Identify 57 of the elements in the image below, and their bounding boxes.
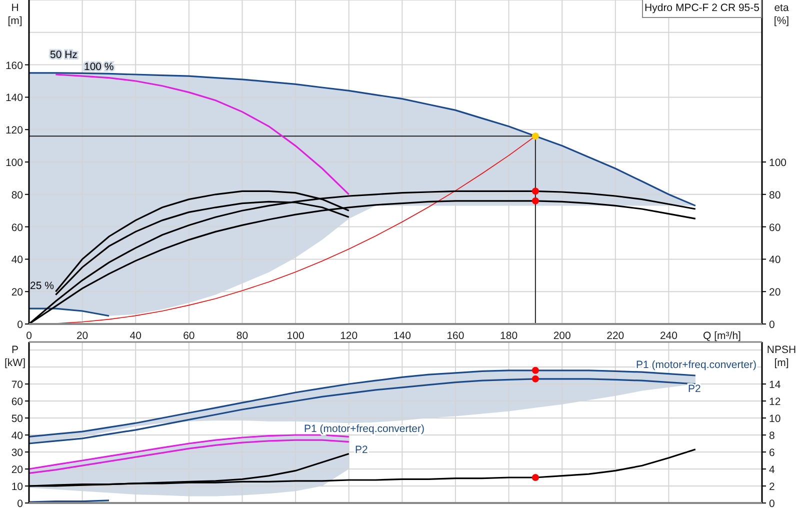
axis-tick-label: 0	[769, 319, 775, 331]
axis-tick-label: 0	[17, 319, 23, 331]
axis-tick-label: 120	[340, 330, 358, 342]
axis-tick-label: 60	[183, 330, 195, 342]
axis-tick-label: 0	[17, 498, 23, 510]
axis-tick-label: 180	[500, 330, 518, 342]
axis-tick-label: 160	[5, 60, 23, 72]
axis-tick-label: 60	[769, 222, 781, 234]
axis-tick-label: 10	[11, 481, 23, 493]
axis-tick-label: 12	[769, 396, 781, 408]
axis-tick-label: 40	[11, 430, 23, 442]
axis-tick-label: 60	[11, 222, 23, 234]
axis-title: P [kW]	[4, 344, 26, 370]
curve-label: 25 %	[30, 280, 54, 292]
axis-tick-label: 100	[286, 330, 304, 342]
axis-tick-label: 80	[769, 189, 781, 202]
axis-tick-label: 80	[236, 330, 248, 342]
axis-tick-label: 0	[26, 330, 32, 342]
axis-tick-label: 20	[11, 286, 23, 299]
axis-tick-label: 6	[769, 447, 775, 459]
axis-title: eta [%]	[772, 2, 790, 28]
curve-label: 100 %	[84, 61, 114, 73]
axis-tick-label: 60	[11, 396, 23, 408]
axis-tick-label: 20	[11, 464, 23, 476]
axis-tick-label: 50	[11, 413, 23, 425]
axis-tick-label: 20	[769, 286, 781, 299]
axis-tick-label: 14	[769, 379, 781, 391]
axis-tick-label: 100	[769, 157, 787, 169]
axis-tick-label: 120	[5, 124, 23, 137]
axis-tick-label: 2	[769, 481, 775, 493]
axis-tick-label: 100	[5, 157, 23, 169]
axis-tick-label: 4	[769, 464, 775, 476]
curve-label: P2	[355, 444, 368, 456]
axis-tick-label: 140	[5, 92, 23, 104]
axis-title: Q [m³/h]	[703, 330, 741, 342]
axis-tick-label: 40	[130, 330, 142, 342]
axis-tick-label: 40	[11, 254, 23, 266]
axis-tick-label: 140	[393, 330, 411, 342]
axis-tick-label: 20	[76, 330, 88, 342]
axis-title: NPSH [m]	[766, 344, 798, 370]
curve-label: P1 (motor+freq.converter)	[636, 359, 757, 371]
axis-tick-label: 70	[11, 379, 23, 391]
axis-tick-label: 240	[660, 330, 678, 342]
curve-label: P1 (motor+freq.converter)	[304, 423, 425, 435]
curve-label: P2	[688, 383, 701, 395]
axis-tick-label: 8	[769, 430, 775, 442]
axis-tick-label: 80	[11, 189, 23, 202]
axis-title: H [m]	[6, 2, 24, 28]
chart-legend: Hydro MPC-F 2 CR 95-5	[642, 0, 762, 18]
axis-tick-label: 220	[606, 330, 624, 342]
axis-tick-label: 30	[11, 447, 23, 459]
axis-tick-label: 200	[553, 330, 571, 342]
axis-tick-label: 0	[769, 498, 775, 510]
axis-tick-label: 160	[446, 330, 464, 342]
axis-tick-label: 10	[769, 413, 781, 425]
axis-tick-label: 40	[769, 254, 781, 266]
curve-label: 50 Hz	[50, 49, 78, 61]
